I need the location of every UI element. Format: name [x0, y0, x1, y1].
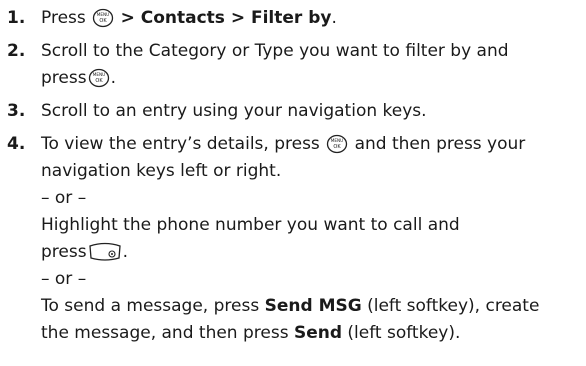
- send-label: Send: [293, 323, 343, 343]
- or-separator: – or –: [41, 269, 87, 289]
- instruction-list: 1. Press MENU OK > Contacts > Filter by. …: [0, 0, 586, 366]
- menu-path: > Contacts > Filter by: [120, 8, 332, 28]
- punctuation: .: [122, 242, 128, 262]
- menu-ok-key-icon: MENU OK: [326, 134, 348, 154]
- svg-text:MENU: MENU: [97, 12, 109, 17]
- svg-text:OK: OK: [334, 144, 342, 150]
- send-msg-label: Send MSG: [264, 296, 362, 316]
- step-text: and then press your: [354, 134, 526, 154]
- step-text: Scroll to an entry using your navigation…: [41, 101, 427, 121]
- step-text: navigation keys left or right.: [41, 161, 282, 181]
- talk-key-icon: [88, 242, 122, 262]
- svg-text:OK: OK: [95, 78, 103, 84]
- step-text: press: [41, 68, 87, 88]
- step-text: Press: [41, 8, 86, 28]
- step-text: Scroll to the Category or Type you want …: [41, 41, 509, 61]
- step-number: 3.: [7, 101, 26, 121]
- punctuation: .: [331, 8, 337, 28]
- or-separator: – or –: [41, 188, 87, 208]
- svg-text:MENU: MENU: [92, 72, 104, 77]
- step-text: press: [41, 242, 87, 262]
- step-text: (left softkey), create: [367, 296, 540, 316]
- menu-ok-key-icon: MENU OK: [88, 68, 110, 88]
- step-number: 1.: [7, 8, 26, 28]
- svg-text:MENU: MENU: [331, 138, 343, 143]
- svg-text:OK: OK: [100, 18, 108, 24]
- menu-ok-key-icon: MENU OK: [92, 8, 114, 28]
- step-text: To send a message, press: [41, 296, 260, 316]
- punctuation: .: [110, 68, 116, 88]
- step-number: 2.: [7, 41, 26, 61]
- step-text: To view the entry’s details, press: [41, 134, 320, 154]
- step-text: Highlight the phone number you want to c…: [41, 215, 460, 235]
- step-text: the message, and then press: [41, 323, 289, 343]
- step-number: 4.: [7, 134, 26, 154]
- step-text: (left softkey).: [347, 323, 461, 343]
